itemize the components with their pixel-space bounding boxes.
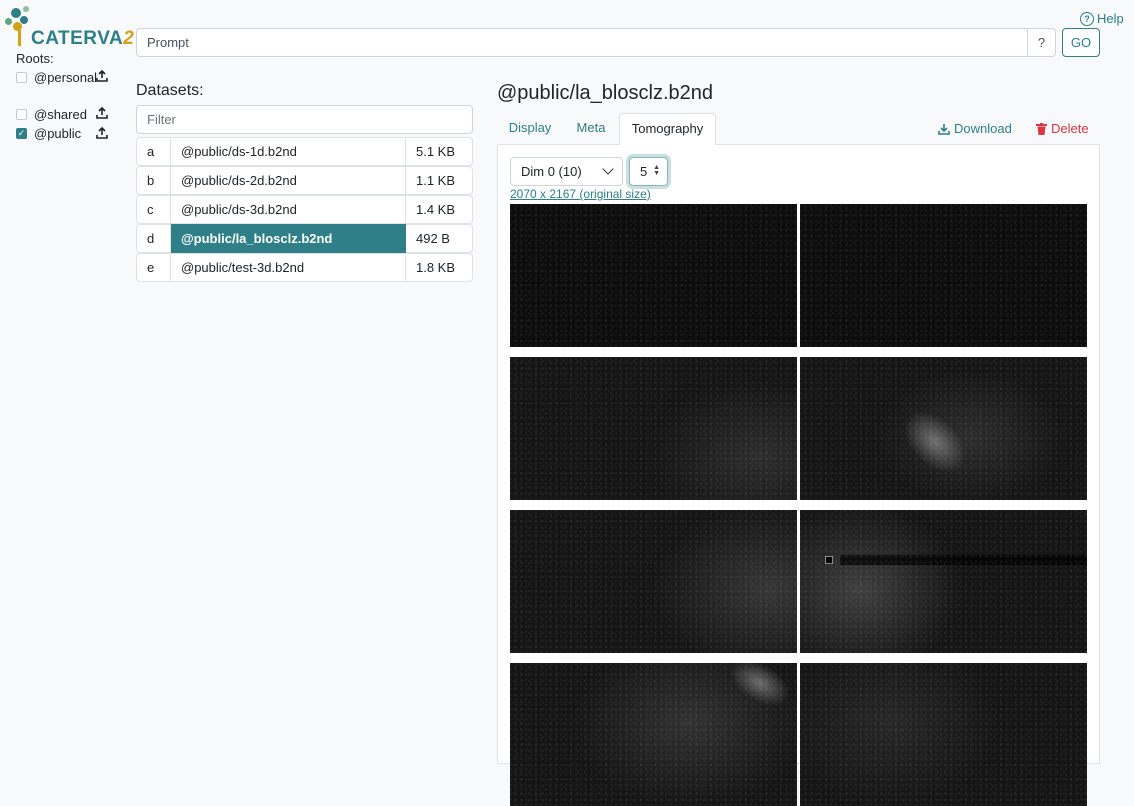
upload-icon[interactable] xyxy=(96,107,108,119)
dataset-path[interactable]: @public/ds-2d.b2nd xyxy=(171,166,406,195)
download-label: Download xyxy=(954,121,1012,136)
dataset-row[interactable]: c @public/ds-3d.b2nd 1.4 KB xyxy=(136,195,473,224)
dataset-title: @public/la_blosclz.b2nd xyxy=(497,82,713,104)
go-button[interactable]: GO xyxy=(1062,28,1100,57)
image-noise xyxy=(800,204,1087,347)
download-button[interactable]: Download xyxy=(938,121,1012,136)
tomography-image[interactable] xyxy=(800,510,1087,653)
spinner-arrows-icon[interactable]: ▲ ▼ xyxy=(653,164,660,177)
tomography-image[interactable] xyxy=(510,663,797,806)
dataset-row[interactable]: a @public/ds-1d.b2nd 5.1 KB xyxy=(136,137,473,166)
root-personal[interactable]: @personal xyxy=(16,70,97,85)
logo-text: CATERVA2 xyxy=(31,28,134,50)
upload-icon[interactable] xyxy=(96,127,108,139)
logo-dot xyxy=(20,16,28,24)
root-public[interactable]: ✓ @public xyxy=(16,126,81,141)
roots-label: Roots: xyxy=(16,51,54,66)
dataset-key: a xyxy=(136,137,171,166)
image-noise xyxy=(800,663,1087,806)
image-noise xyxy=(510,357,797,500)
tomography-image[interactable] xyxy=(510,510,797,653)
tomography-image[interactable] xyxy=(800,204,1087,347)
filter-input[interactable]: Filter xyxy=(136,105,473,134)
root-label: @shared xyxy=(34,107,87,122)
dataset-path[interactable]: @public/ds-3d.b2nd xyxy=(171,195,406,224)
dataset-size: 492 B xyxy=(406,224,473,253)
dataset-size: 1.4 KB xyxy=(406,195,473,224)
logo-dot xyxy=(23,6,29,12)
image-noise xyxy=(800,510,1087,653)
slice-value: 5 xyxy=(640,164,648,179)
root-checkbox[interactable] xyxy=(16,72,27,83)
logo-name: CATERVA xyxy=(31,28,124,49)
dataset-row[interactable]: b @public/ds-2d.b2nd 1.1 KB xyxy=(136,166,473,195)
dataset-path[interactable]: @public/la_blosclz.b2nd xyxy=(171,224,406,253)
tab-display[interactable]: Display xyxy=(500,113,560,145)
slice-input[interactable]: 5 ▲ ▼ xyxy=(629,157,668,186)
root-label: @personal xyxy=(34,70,98,85)
logo-dot xyxy=(5,18,12,25)
root-label: @public xyxy=(34,126,82,141)
root-checkbox[interactable] xyxy=(16,109,27,120)
tomography-image[interactable] xyxy=(800,663,1087,806)
datasets-heading: Datasets: xyxy=(136,82,204,99)
tab-tomography[interactable]: Tomography xyxy=(619,113,716,145)
dataset-path[interactable]: @public/ds-1d.b2nd xyxy=(171,137,406,166)
tomography-image[interactable] xyxy=(800,357,1087,500)
download-icon xyxy=(938,123,950,135)
dataset-size: 1.1 KB xyxy=(406,166,473,195)
dataset-key: c xyxy=(136,195,171,224)
root-checkbox[interactable]: ✓ xyxy=(16,128,27,139)
upload-icon[interactable] xyxy=(96,70,108,82)
tomography-image[interactable] xyxy=(510,357,797,500)
delete-label: Delete xyxy=(1051,121,1089,136)
image-noise xyxy=(510,510,797,653)
dataset-path[interactable]: @public/test-3d.b2nd xyxy=(171,253,406,282)
logo-trunk xyxy=(18,30,21,46)
prompt-help-button[interactable]: ? xyxy=(1028,28,1056,57)
root-shared[interactable]: @shared xyxy=(16,107,87,122)
logo-suffix: 2 xyxy=(123,28,135,49)
dataset-key: e xyxy=(136,253,171,282)
original-size-link[interactable]: 2070 x 2167 (original size) xyxy=(510,187,651,201)
question-circle-icon: ? xyxy=(1080,11,1094,26)
dataset-key: d xyxy=(136,224,171,253)
caterva-logo[interactable]: CATERVA2 xyxy=(5,6,134,49)
dim-select-value: Dim 0 (10) xyxy=(521,164,582,179)
delete-button[interactable]: Delete xyxy=(1036,121,1089,136)
tab-meta[interactable]: Meta xyxy=(566,113,616,145)
prompt-input[interactable]: Prompt xyxy=(136,28,1028,57)
help-label: Help xyxy=(1097,11,1124,26)
logo-dot xyxy=(11,8,21,18)
trash-icon xyxy=(1036,122,1047,135)
chevron-down-icon xyxy=(602,163,614,175)
tomography-image[interactable] xyxy=(510,204,797,347)
image-noise xyxy=(510,204,797,347)
help-link[interactable]: ? Help xyxy=(1080,11,1124,26)
dim-select[interactable]: Dim 0 (10) xyxy=(510,157,623,186)
dataset-key: b xyxy=(136,166,171,195)
image-noise xyxy=(510,663,797,806)
dataset-row[interactable]: e @public/test-3d.b2nd 1.8 KB xyxy=(136,253,473,282)
dataset-row-active[interactable]: d @public/la_blosclz.b2nd 492 B xyxy=(136,224,473,253)
dataset-size: 5.1 KB xyxy=(406,137,473,166)
image-noise xyxy=(800,357,1087,500)
dataset-size: 1.8 KB xyxy=(406,253,473,282)
